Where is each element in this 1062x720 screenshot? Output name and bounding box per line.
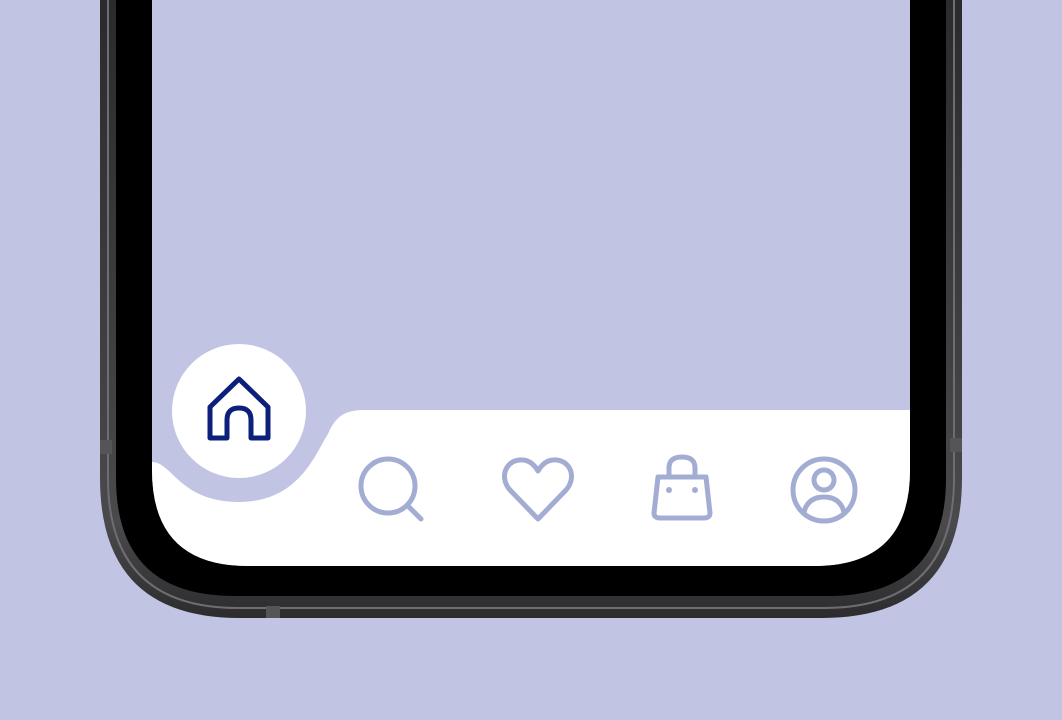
shopping-bag-icon [651,454,713,521]
nav-search-button[interactable] [354,452,430,528]
nav-favorites-button[interactable] [498,452,578,528]
profile-icon [790,456,858,524]
search-icon [358,456,424,522]
heart-icon [502,457,574,522]
app-canvas [0,0,1062,720]
side-button-right [950,438,962,452]
home-icon [172,344,306,478]
nav-profile-button[interactable] [786,452,862,528]
phone-mockup [100,0,962,618]
side-button-left [100,440,112,454]
nav-home-button[interactable] [172,344,306,478]
bottom-notch [266,606,280,618]
nav-bag-button[interactable] [644,450,720,528]
